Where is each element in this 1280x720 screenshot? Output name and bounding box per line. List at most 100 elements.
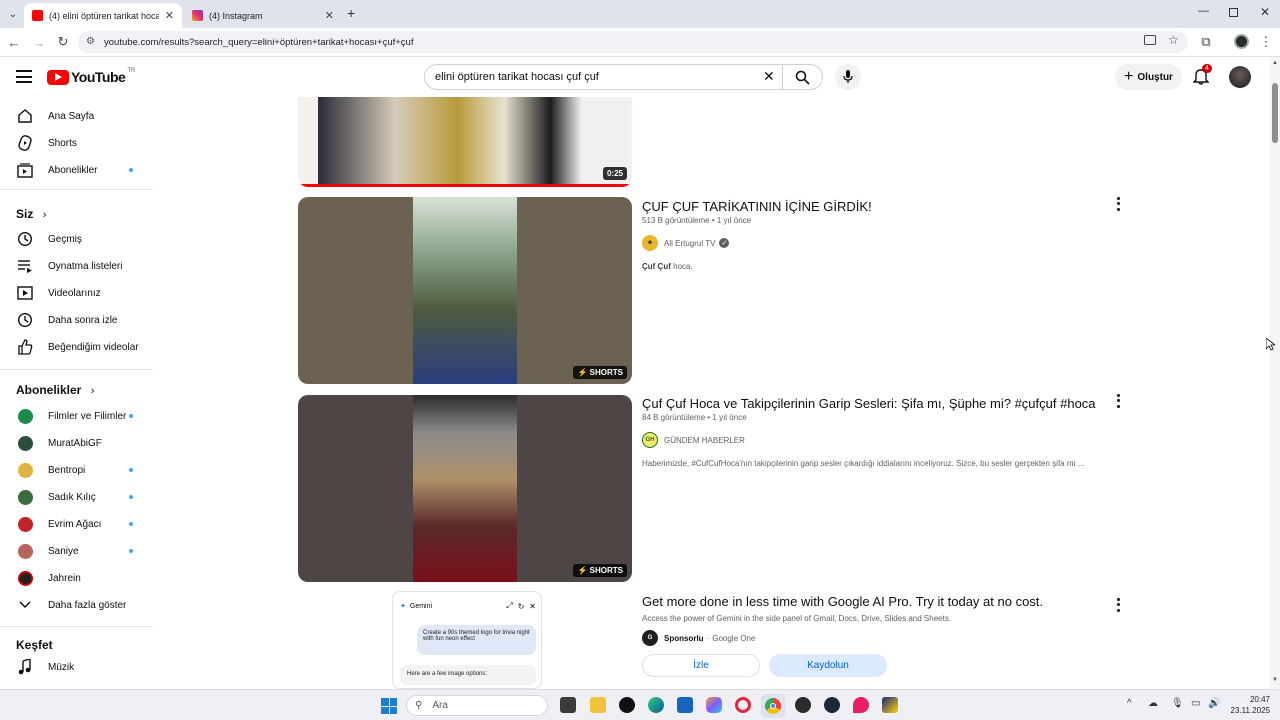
app-icon[interactable]	[882, 697, 898, 713]
sidebar-item-music[interactable]: Müzik	[0, 654, 155, 680]
sidebar-sub-evrim-agaci[interactable]: Evrim Ağacı	[0, 511, 155, 537]
ad-signup-button[interactable]: Kaydolun	[769, 654, 887, 677]
volume-icon[interactable]: 🔊	[1208, 698, 1220, 709]
google-one-logo-icon: G	[642, 630, 658, 646]
onedrive-icon[interactable]: ☁	[1148, 698, 1158, 709]
ad-title[interactable]: Get more done in less time with Google A…	[642, 594, 1043, 609]
sidebar-sub-muratabigf[interactable]: MuratAbiGF	[0, 430, 155, 456]
video-thumbnail[interactable]: ⚡ SHORTS	[298, 197, 632, 384]
copilot-icon[interactable]	[706, 697, 722, 713]
windows-start-icon[interactable]	[381, 698, 397, 714]
sidebar-sub-sadik-kilic[interactable]: Sadık Kılıç	[0, 484, 155, 510]
more-options-icon[interactable]	[1112, 393, 1124, 409]
refresh-icon: ↻	[517, 601, 525, 611]
address-bar[interactable]: ⚙ youtube.com/results?search_query=elini…	[78, 31, 1188, 53]
ad-thumbnail[interactable]: ✦ Gemini ⤢ ↻ ✕ Create a 90s themed logo …	[392, 591, 542, 689]
ad-description: Access the power of Gemini in the side p…	[642, 614, 952, 623]
site-info-icon[interactable]: ⚙	[86, 36, 95, 47]
sidebar-item-watch-later[interactable]: Daha sonra izle	[0, 307, 155, 333]
app-icon[interactable]	[853, 697, 869, 713]
scroll-up-arrow-icon[interactable]: ▲	[1272, 60, 1278, 66]
channel-avatar: ☻	[642, 235, 658, 251]
browser-menu-icon[interactable]: ⋮	[1258, 34, 1274, 50]
profile-avatar[interactable]	[1234, 34, 1249, 49]
new-content-dot	[129, 468, 133, 472]
restore-icon[interactable]	[1229, 8, 1238, 17]
channel-avatar: GH	[642, 432, 658, 448]
sidebar-item-subscriptions[interactable]: Abonelikler	[0, 157, 155, 183]
video-title[interactable]: Çuf Çuf Hoca ve Takipçilerinin Garip Ses…	[642, 396, 1096, 411]
clear-search-icon[interactable]: ✕	[763, 68, 775, 85]
sidebar-item-home[interactable]: Ana Sayfa	[0, 103, 155, 129]
search-icon[interactable]	[795, 70, 810, 88]
video-thumbnail[interactable]: ⚡ SHORTS	[298, 395, 632, 582]
sidebar-item-history[interactable]: Geçmiş	[0, 226, 155, 252]
install-app-icon[interactable]	[1144, 35, 1156, 45]
show-more-button[interactable]: Daha fazla göster	[0, 592, 155, 618]
create-button[interactable]: + Oluştur	[1115, 64, 1182, 90]
close-tab-icon[interactable]: ✕	[165, 9, 174, 22]
back-icon[interactable]: ←	[6, 34, 22, 50]
forward-icon[interactable]: →	[31, 34, 47, 50]
scrollbar-thumb[interactable]	[1272, 83, 1278, 143]
sidebar-item-shorts[interactable]: Shorts	[0, 130, 155, 156]
sidebar-item-liked-videos[interactable]: Beğendiğim videolar	[0, 334, 155, 360]
sidebar-sub-jahrein[interactable]: Jahrein	[0, 565, 155, 591]
voice-search-icon[interactable]	[835, 64, 861, 90]
bookmark-star-icon[interactable]: ☆	[1168, 33, 1179, 47]
search-value: elini öptüren tarikat hocası çuf çuf	[435, 71, 599, 83]
edge-icon[interactable]	[648, 697, 664, 713]
video-thumbnail[interactable]: 0:25	[298, 97, 632, 187]
store-icon[interactable]	[677, 697, 693, 713]
clock[interactable]: 20:47 23.11.2025	[1228, 694, 1270, 716]
scroll-down-arrow-icon[interactable]: ▼	[1272, 677, 1278, 683]
tab-youtube[interactable]: (4) elini öptüren tarikat hocası ç ✕	[24, 3, 182, 28]
youtube-logo[interactable]: YouTube TR	[47, 68, 135, 86]
sidebar-sub-filmler-ve-filimler[interactable]: Filmler ve Filimler	[0, 403, 155, 429]
app-icon[interactable]	[795, 697, 811, 713]
microphone-icon[interactable]: 🎙	[1171, 698, 1184, 709]
channel-link[interactable]: ☻ Ali Ertugrul TV ✓	[642, 235, 730, 251]
notifications-bell-icon[interactable]: 4	[1192, 64, 1212, 90]
tab-instagram[interactable]: (4) Instagram ✕	[184, 3, 342, 28]
taskbar-search[interactable]: ⚲ Ara	[406, 695, 548, 716]
badge-label: SHORTS	[589, 368, 623, 377]
subscriptions-section-heading[interactable]: Abonelikler ›	[16, 383, 94, 397]
video-title[interactable]: ÇUF ÇUF TARİKATININ İÇİNE GİRDİK!	[642, 199, 872, 214]
show-hidden-icons-icon[interactable]: ^	[1127, 698, 1132, 709]
sidebar-item-your-videos[interactable]: Videolarınız	[0, 280, 155, 306]
display-icon[interactable]: ▭	[1191, 698, 1200, 709]
steam-icon[interactable]	[824, 697, 840, 713]
hamburger-menu-icon[interactable]	[16, 70, 32, 83]
reload-icon[interactable]: ↻	[55, 34, 71, 50]
sidebar-item-playlists[interactable]: Oynatma listeleri	[0, 253, 155, 279]
page-scrollbar[interactable]: ▲ ▼	[1270, 57, 1280, 689]
sidebar-sub-saniye[interactable]: Saniye	[0, 538, 155, 564]
liked-icon	[16, 339, 34, 355]
new-content-dot	[129, 495, 133, 499]
close-window-icon[interactable]: ✕	[1260, 5, 1270, 19]
new-content-dot	[129, 549, 133, 553]
task-view-icon[interactable]	[560, 697, 576, 713]
view-count: 513 B görüntüleme	[642, 216, 710, 225]
minimize-icon[interactable]: —	[1198, 5, 1209, 17]
new-tab-button[interactable]: +	[347, 5, 355, 21]
more-options-icon[interactable]	[1112, 597, 1124, 613]
extensions-icon[interactable]: ⧉	[1198, 34, 1214, 50]
more-options-icon[interactable]	[1112, 196, 1124, 212]
opera-icon[interactable]	[735, 697, 751, 713]
chrome-icon[interactable]	[761, 694, 785, 718]
close-tab-icon[interactable]: ✕	[325, 9, 334, 22]
video-description: Çuf Çuf hoca.	[642, 262, 693, 271]
sidebar-item-label: Oynatma listeleri	[48, 260, 123, 272]
ad-watch-button[interactable]: İzle	[642, 654, 760, 677]
sidebar-sub-bentropi[interactable]: Bentropi	[0, 457, 155, 483]
file-explorer-icon[interactable]	[590, 697, 606, 713]
account-avatar[interactable]	[1229, 66, 1251, 88]
search-input[interactable]: elini öptüren tarikat hocası çuf çuf ✕	[424, 64, 823, 90]
you-section-heading[interactable]: Siz ›	[16, 207, 46, 221]
tab-list-button[interactable]: ⌄	[6, 7, 20, 21]
history-icon	[16, 231, 34, 247]
app-icon[interactable]	[619, 697, 635, 713]
channel-link[interactable]: GH GÜNDEM HABERLER	[642, 432, 745, 448]
